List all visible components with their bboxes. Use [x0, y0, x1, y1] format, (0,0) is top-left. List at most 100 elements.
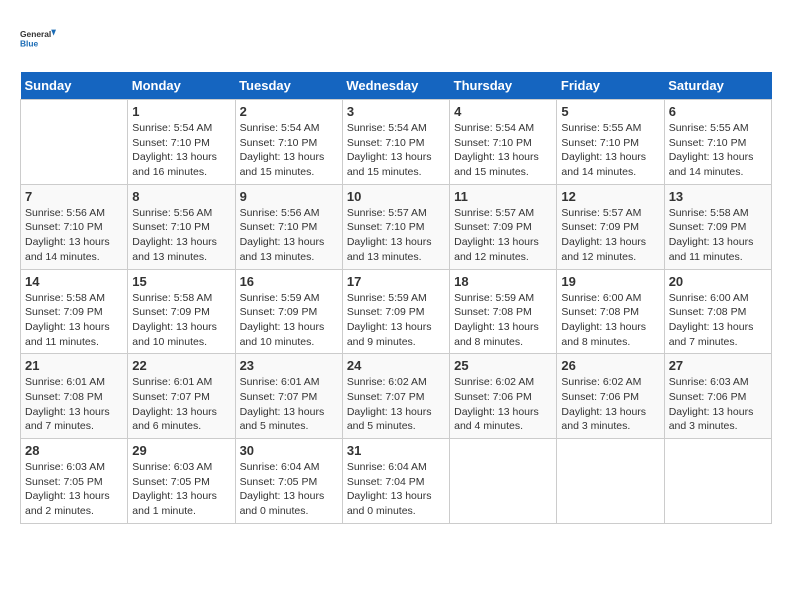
calendar-cell: 7 Sunrise: 5:56 AMSunset: 7:10 PMDaylight… [21, 184, 128, 269]
day-number: 8 [132, 189, 230, 204]
day-number: 22 [132, 358, 230, 373]
calendar-cell: 8 Sunrise: 5:56 AMSunset: 7:10 PMDaylight… [128, 184, 235, 269]
calendar-table: SundayMondayTuesdayWednesdayThursdayFrid… [20, 72, 772, 524]
day-info: Sunrise: 5:54 AMSunset: 7:10 PMDaylight:… [347, 121, 445, 180]
day-number: 27 [669, 358, 767, 373]
day-info: Sunrise: 5:56 AMSunset: 7:10 PMDaylight:… [132, 206, 230, 265]
calendar-cell: 17 Sunrise: 5:59 AMSunset: 7:09 PMDayligh… [342, 269, 449, 354]
calendar-cell: 16 Sunrise: 5:59 AMSunset: 7:09 PMDayligh… [235, 269, 342, 354]
calendar-week-3: 14 Sunrise: 5:58 AMSunset: 7:09 PMDayligh… [21, 269, 772, 354]
calendar-cell: 19 Sunrise: 6:00 AMSunset: 7:08 PMDayligh… [557, 269, 664, 354]
day-number: 25 [454, 358, 552, 373]
day-number: 20 [669, 274, 767, 289]
calendar-cell: 31 Sunrise: 6:04 AMSunset: 7:04 PMDayligh… [342, 439, 449, 524]
calendar-cell: 29 Sunrise: 6:03 AMSunset: 7:05 PMDayligh… [128, 439, 235, 524]
day-info: Sunrise: 6:02 AMSunset: 7:06 PMDaylight:… [561, 375, 659, 434]
day-info: Sunrise: 6:04 AMSunset: 7:05 PMDaylight:… [240, 460, 338, 519]
calendar-week-2: 7 Sunrise: 5:56 AMSunset: 7:10 PMDaylight… [21, 184, 772, 269]
day-number: 26 [561, 358, 659, 373]
day-info: Sunrise: 5:57 AMSunset: 7:10 PMDaylight:… [347, 206, 445, 265]
day-number: 23 [240, 358, 338, 373]
calendar-cell: 25 Sunrise: 6:02 AMSunset: 7:06 PMDayligh… [450, 354, 557, 439]
day-number: 30 [240, 443, 338, 458]
day-number: 19 [561, 274, 659, 289]
calendar-cell: 30 Sunrise: 6:04 AMSunset: 7:05 PMDayligh… [235, 439, 342, 524]
calendar-cell: 20 Sunrise: 6:00 AMSunset: 7:08 PMDayligh… [664, 269, 771, 354]
day-info: Sunrise: 5:59 AMSunset: 7:09 PMDaylight:… [347, 291, 445, 350]
day-info: Sunrise: 5:59 AMSunset: 7:09 PMDaylight:… [240, 291, 338, 350]
day-number: 9 [240, 189, 338, 204]
day-info: Sunrise: 6:02 AMSunset: 7:06 PMDaylight:… [454, 375, 552, 434]
day-info: Sunrise: 5:59 AMSunset: 7:08 PMDaylight:… [454, 291, 552, 350]
day-number: 31 [347, 443, 445, 458]
calendar-cell: 5 Sunrise: 5:55 AMSunset: 7:10 PMDaylight… [557, 100, 664, 185]
day-number: 14 [25, 274, 123, 289]
day-info: Sunrise: 6:02 AMSunset: 7:07 PMDaylight:… [347, 375, 445, 434]
calendar-cell: 13 Sunrise: 5:58 AMSunset: 7:09 PMDayligh… [664, 184, 771, 269]
calendar-cell: 2Sunrise: 5:54 AMSunset: 7:10 PMDaylight… [235, 100, 342, 185]
day-info: Sunrise: 6:01 AMSunset: 7:07 PMDaylight:… [132, 375, 230, 434]
day-info: Sunrise: 6:00 AMSunset: 7:08 PMDaylight:… [561, 291, 659, 350]
day-number: 16 [240, 274, 338, 289]
day-info: Sunrise: 6:00 AMSunset: 7:08 PMDaylight:… [669, 291, 767, 350]
calendar-cell: 21Sunrise: 6:01 AMSunset: 7:08 PMDayligh… [21, 354, 128, 439]
day-number: 18 [454, 274, 552, 289]
svg-text:Blue: Blue [20, 38, 39, 48]
day-number: 24 [347, 358, 445, 373]
page-header: General Blue [20, 20, 772, 56]
day-number: 15 [132, 274, 230, 289]
calendar-cell: 10 Sunrise: 5:57 AMSunset: 7:10 PMDayligh… [342, 184, 449, 269]
day-info: Sunrise: 5:55 AMSunset: 7:10 PMDaylight:… [561, 121, 659, 180]
day-number: 3 [347, 104, 445, 119]
day-info: Sunrise: 5:54 AMSunset: 7:10 PMDaylight:… [454, 121, 552, 180]
day-number: 6 [669, 104, 767, 119]
day-number: 17 [347, 274, 445, 289]
day-number: 4 [454, 104, 552, 119]
day-number: 10 [347, 189, 445, 204]
day-number: 21 [25, 358, 123, 373]
calendar-cell: 3 Sunrise: 5:54 AMSunset: 7:10 PMDaylight… [342, 100, 449, 185]
weekday-header-friday: Friday [557, 72, 664, 100]
calendar-week-5: 28 Sunrise: 6:03 AMSunset: 7:05 PMDayligh… [21, 439, 772, 524]
calendar-cell: 22 Sunrise: 6:01 AMSunset: 7:07 PMDayligh… [128, 354, 235, 439]
weekday-header-wednesday: Wednesday [342, 72, 449, 100]
calendar-cell: 14 Sunrise: 5:58 AMSunset: 7:09 PMDayligh… [21, 269, 128, 354]
day-info: Sunrise: 6:03 AMSunset: 7:06 PMDaylight:… [669, 375, 767, 434]
calendar-cell: 24 Sunrise: 6:02 AMSunset: 7:07 PMDayligh… [342, 354, 449, 439]
day-number: 5 [561, 104, 659, 119]
calendar-cell: 4 Sunrise: 5:54 AMSunset: 7:10 PMDaylight… [450, 100, 557, 185]
calendar-cell: 18 Sunrise: 5:59 AMSunset: 7:08 PMDayligh… [450, 269, 557, 354]
day-number: 1 [132, 104, 230, 119]
day-info: Sunrise: 5:58 AMSunset: 7:09 PMDaylight:… [132, 291, 230, 350]
day-number: 13 [669, 189, 767, 204]
day-number: 28 [25, 443, 123, 458]
svg-text:General: General [20, 29, 51, 39]
day-info: Sunrise: 6:03 AMSunset: 7:05 PMDaylight:… [132, 460, 230, 519]
day-info: Sunrise: 6:03 AMSunset: 7:05 PMDaylight:… [25, 460, 123, 519]
weekday-header-row: SundayMondayTuesdayWednesdayThursdayFrid… [21, 72, 772, 100]
calendar-cell: 27 Sunrise: 6:03 AMSunset: 7:06 PMDayligh… [664, 354, 771, 439]
day-info: Sunrise: 5:55 AMSunset: 7:10 PMDaylight:… [669, 121, 767, 180]
calendar-cell: 12 Sunrise: 5:57 AMSunset: 7:09 PMDayligh… [557, 184, 664, 269]
calendar-cell: 26 Sunrise: 6:02 AMSunset: 7:06 PMDayligh… [557, 354, 664, 439]
day-info: Sunrise: 6:01 AMSunset: 7:07 PMDaylight:… [240, 375, 338, 434]
calendar-cell [21, 100, 128, 185]
day-info: Sunrise: 5:57 AMSunset: 7:09 PMDaylight:… [561, 206, 659, 265]
calendar-cell [557, 439, 664, 524]
day-info: Sunrise: 5:56 AMSunset: 7:10 PMDaylight:… [25, 206, 123, 265]
logo-svg: General Blue [20, 20, 56, 56]
day-number: 12 [561, 189, 659, 204]
day-info: Sunrise: 5:56 AMSunset: 7:10 PMDaylight:… [240, 206, 338, 265]
logo: General Blue [20, 20, 56, 56]
day-number: 29 [132, 443, 230, 458]
day-number: 11 [454, 189, 552, 204]
day-info: Sunrise: 6:04 AMSunset: 7:04 PMDaylight:… [347, 460, 445, 519]
weekday-header-saturday: Saturday [664, 72, 771, 100]
day-number: 7 [25, 189, 123, 204]
calendar-cell [664, 439, 771, 524]
day-info: Sunrise: 5:58 AMSunset: 7:09 PMDaylight:… [25, 291, 123, 350]
day-info: Sunrise: 5:58 AMSunset: 7:09 PMDaylight:… [669, 206, 767, 265]
weekday-header-monday: Monday [128, 72, 235, 100]
day-info: Sunrise: 5:57 AMSunset: 7:09 PMDaylight:… [454, 206, 552, 265]
day-info: Sunrise: 5:54 AMSunset: 7:10 PMDaylight:… [240, 121, 338, 180]
